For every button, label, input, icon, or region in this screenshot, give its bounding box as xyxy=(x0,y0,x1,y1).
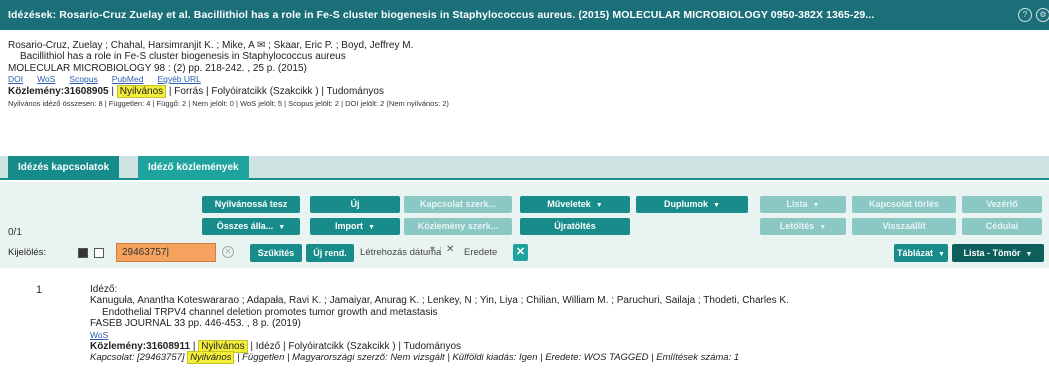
record-summary: Nyilvános idéző összesen: 8 | Független:… xyxy=(8,99,449,109)
select-none-checkbox[interactable] xyxy=(94,248,104,258)
chevron-down-icon: ▼ xyxy=(819,224,827,231)
citing-record: Idéző: Kanuguła, Anantha Koteswararao ; … xyxy=(90,284,1040,365)
selection-counter: 0/1 xyxy=(8,227,22,238)
table-view-button[interactable]: Táblázat ▼ xyxy=(894,244,948,262)
edit-relation-button[interactable]: Kapcsolat szerk... xyxy=(404,196,512,213)
link-wos[interactable]: WoS xyxy=(37,74,55,84)
link-scopus[interactable]: Scopus xyxy=(69,74,97,84)
record-classification: | Forrás | Folyóiratcikk (Szakcikk ) | T… xyxy=(168,85,384,97)
citing-title: Endothelial TRPV4 channel deletion promo… xyxy=(102,306,438,318)
window-title: Idézések: Rosario-Cruz Zuelay et al. Bac… xyxy=(8,9,875,21)
link-pubmed[interactable]: PubMed xyxy=(112,74,144,84)
record-pub-line: Közlemény:31608905 | Nyilvános | Forrás … xyxy=(8,84,384,98)
remove-origin-filter-icon[interactable]: ✕ xyxy=(513,244,528,261)
window-titlebar: Idézések: Rosario-Cruz Zuelay et al. Bac… xyxy=(0,0,1049,30)
record-links: DOI WoS Scopus PubMed Egyéb URL xyxy=(8,74,1038,85)
chevron-down-icon: ▼ xyxy=(938,251,945,258)
citing-journal: FASEB JOURNAL 33 pp. 446-453. , 8 p. (20… xyxy=(90,318,301,330)
cited-record: Rosario-Cruz, Zuelay ; Chahal, Harsimran… xyxy=(8,40,1038,109)
chevron-down-icon: ▼ xyxy=(713,202,720,209)
citing-type-label: Idéző: xyxy=(90,284,118,295)
new-button[interactable]: Új xyxy=(310,196,400,213)
tab-citation-relations[interactable]: Idézés kapcsolatok xyxy=(8,156,120,180)
relation-prefix: Kapcsolat: [29463757] xyxy=(90,352,185,364)
link-other-url[interactable]: Egyéb URL xyxy=(157,74,200,84)
origin-label[interactable]: Eredete xyxy=(464,244,497,262)
edit-publication-button[interactable]: Közlemény szerk... xyxy=(404,218,512,235)
settings-icon[interactable]: ⚙ xyxy=(1036,8,1049,22)
clear-icon[interactable]: ✕ xyxy=(222,246,234,258)
reload-button[interactable]: Újratöltés xyxy=(520,218,630,235)
cedulai-button[interactable]: Cédulai xyxy=(962,218,1042,235)
make-public-button[interactable]: Nyilvánossá tesz xyxy=(202,196,300,213)
citing-authors: Kanuguła, Anantha Koteswararao ; Adapała… xyxy=(90,295,789,307)
citing-classification: | Idéző | Folyóiratcikk (Szakcikk ) | Tu… xyxy=(250,341,462,353)
citing-pub-id[interactable]: Közlemény:31608911 xyxy=(90,341,190,352)
duplicates-button[interactable]: Duplumok ▼ xyxy=(636,196,748,213)
chevron-down-icon: ▼ xyxy=(595,202,603,209)
operations-button[interactable]: Műveletek ▼ xyxy=(520,196,630,213)
record-title: Bacillithiol has a role in Fe-S cluster … xyxy=(20,51,346,63)
new-order-button[interactable]: Új rend. xyxy=(306,244,354,262)
remove-date-filter-icon[interactable]: ✕ xyxy=(446,244,454,255)
delete-relation-button[interactable]: Kapcsolat törlés xyxy=(852,196,956,213)
list-button[interactable]: Lista ▼ xyxy=(760,196,846,213)
download-button[interactable]: Letöltés ▼ xyxy=(760,218,846,235)
import-button[interactable]: Import ▼ xyxy=(310,218,400,235)
chevron-down-icon: ▼ xyxy=(1025,251,1033,258)
relation-line: Kapcsolat: [29463757] Nyilvános | Függet… xyxy=(90,351,1040,365)
relation-detail: | Független | Magyarországi szerző: Nem … xyxy=(237,352,740,364)
record-authors: Rosario-Cruz, Zuelay ; Chahal, Harsimran… xyxy=(8,40,414,51)
list-item: 1 Idéző: Kanuguła, Anantha Koteswararao … xyxy=(0,278,1049,391)
controller-button[interactable]: Vezérlő xyxy=(962,196,1042,213)
row-number: 1 xyxy=(36,284,43,296)
select-label: Kijelölés: xyxy=(8,247,47,258)
link-doi[interactable]: DOI xyxy=(8,74,23,84)
chevron-down-icon: ▼ xyxy=(368,224,375,231)
link-wos[interactable]: WoS xyxy=(90,330,108,340)
chevron-down-icon: ▼ xyxy=(278,224,286,231)
restore-button[interactable]: Visszaállít xyxy=(852,218,956,235)
tab-bar: Idézés kapcsolatok Idéző közlemények xyxy=(0,156,1049,180)
relation-status-badge: Nyilvános xyxy=(187,351,235,365)
help-icon[interactable]: ? xyxy=(1018,8,1032,22)
search-input[interactable] xyxy=(116,243,216,262)
narrow-button[interactable]: Szűkítés xyxy=(250,244,302,262)
sort-arrows-icon[interactable]: ▾ ↓ xyxy=(430,244,443,255)
record-pub-id[interactable]: Közlemény:31608905 xyxy=(8,86,109,97)
list-compact-button[interactable]: Lista - Tömör ▼ xyxy=(952,244,1044,262)
chevron-down-icon: ▼ xyxy=(812,202,820,209)
record-status-badge: Nyilvános xyxy=(116,84,167,98)
tab-citing-publications[interactable]: Idéző közlemények xyxy=(138,156,249,180)
select-all-checkbox[interactable] xyxy=(78,248,88,258)
record-journal: MOLECULAR MICROBIOLOGY 98 : (2) pp. 218-… xyxy=(8,62,307,74)
all-status-button[interactable]: Összes álla... ▼ xyxy=(202,218,300,235)
